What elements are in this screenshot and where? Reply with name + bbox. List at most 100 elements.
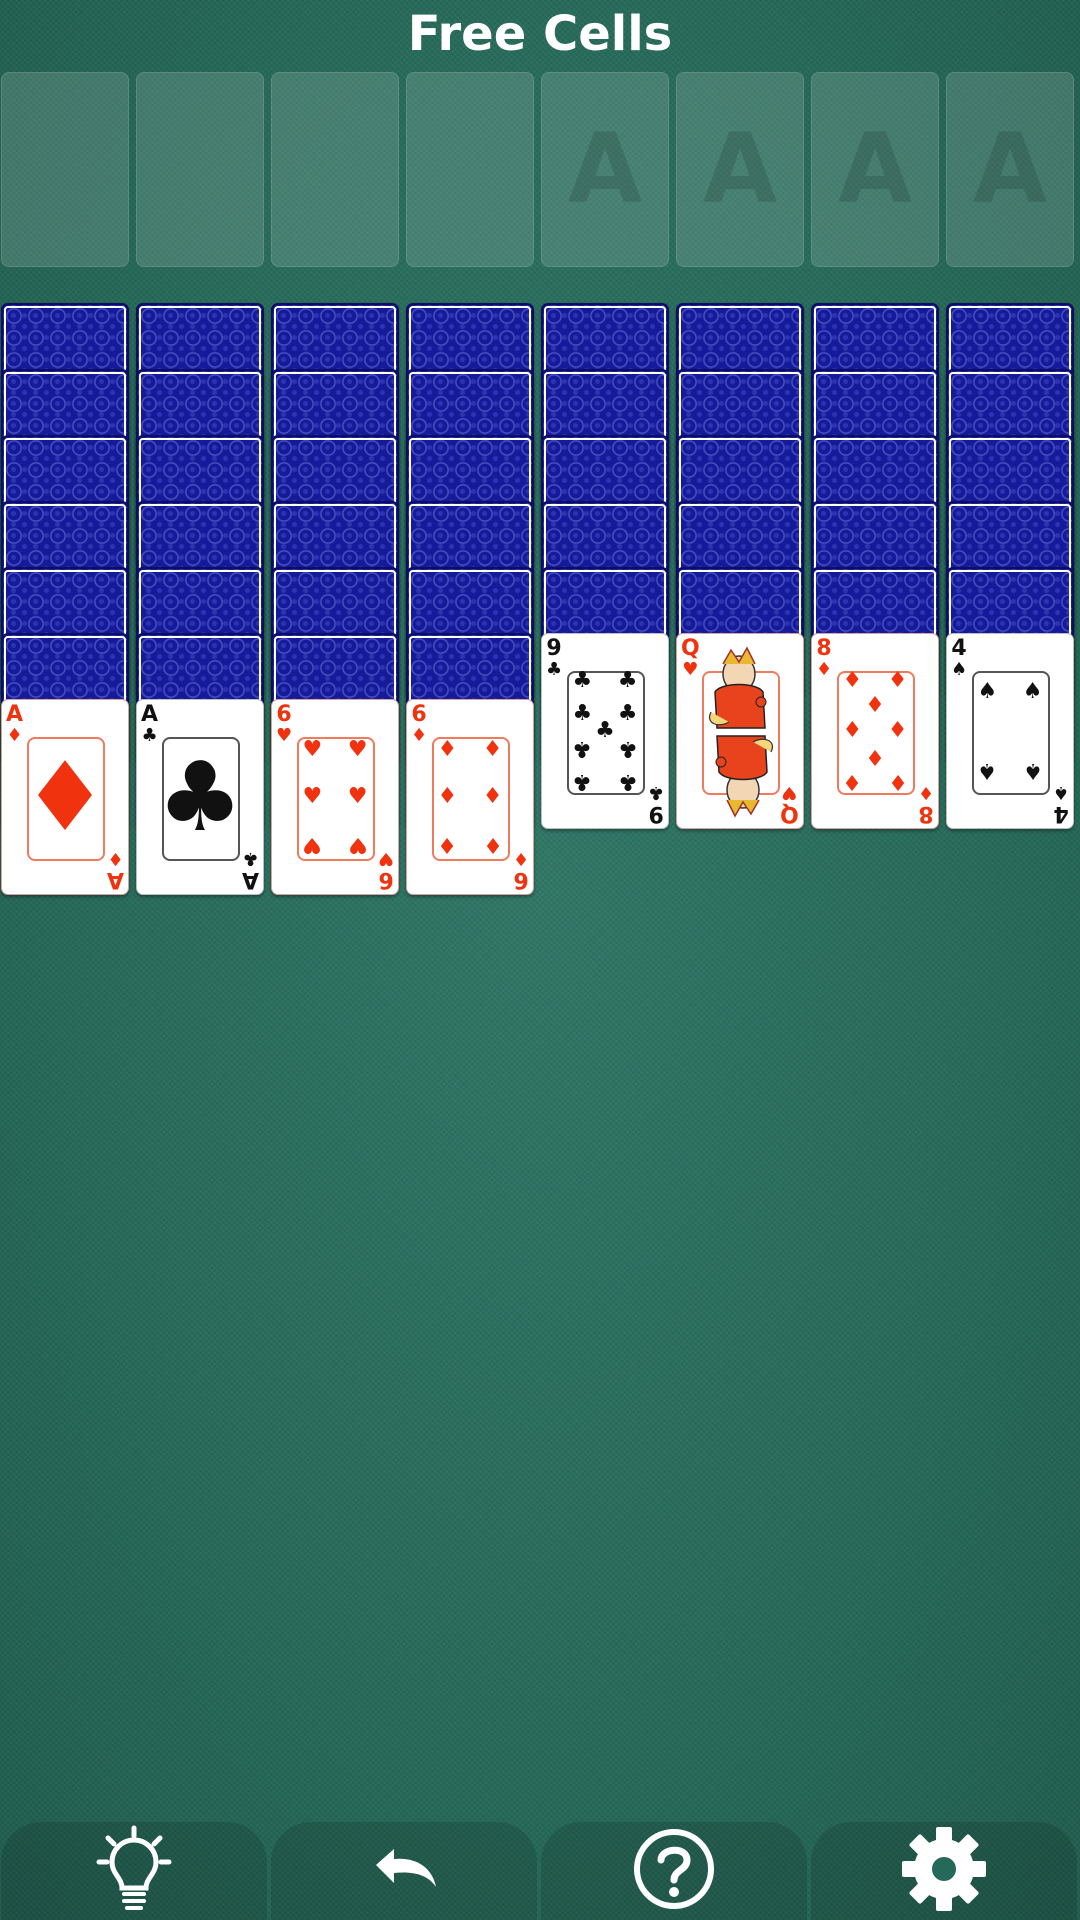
card-corner-index: 8 ♦ — [917, 782, 934, 826]
spades-icon: ♠ — [951, 659, 968, 680]
card-corner-index: 9 ♣ — [546, 638, 562, 679]
free-cell-1[interactable] — [1, 72, 129, 267]
card-a-of-clubs[interactable]: A ♣ A ♣ ♣ — [136, 699, 264, 895]
card-9-of-clubs[interactable]: 9 ♣ 9 ♣ ♣ ♣ ♣ ♣ ♣ ♣ ♣ ♣ ♣ — [541, 633, 669, 829]
free-cell-3[interactable] — [271, 72, 399, 267]
diamonds-icon: ♦ — [437, 831, 458, 857]
spades-icon: ♠ — [1022, 679, 1043, 705]
lightbulb-icon — [94, 1824, 174, 1918]
card-corner-index: 8 ♦ — [816, 638, 832, 679]
spades-icon: ♠ — [977, 679, 998, 705]
card-rank: A — [241, 867, 259, 892]
diamonds-icon: ♦ — [512, 848, 529, 869]
diamonds-icon: ♦ — [887, 667, 908, 693]
diamonds-icon: ♦ — [842, 769, 863, 795]
hearts-icon: ♥ — [347, 784, 368, 809]
hearts-icon: ♥ — [302, 737, 323, 763]
clubs-icon: ♣ — [156, 741, 244, 853]
clubs-icon: ♣ — [617, 700, 638, 726]
diamonds-icon: ♦ — [437, 784, 458, 809]
card-corner-index: 6 ♥ — [276, 704, 292, 745]
hearts-icon: ♥ — [347, 737, 368, 763]
diamonds-icon: ♦ — [107, 848, 124, 869]
card-8-of-diamonds[interactable]: 8 ♦ 8 ♦ ♦ ♦ ♦ ♦ ♦ ♦ ♦ ♦ — [811, 633, 939, 829]
diamonds-icon: ♦ — [887, 718, 908, 743]
diamonds-icon: ♦ — [482, 737, 503, 763]
undo-button[interactable] — [271, 1822, 537, 1920]
hearts-icon: ♥ — [276, 725, 293, 746]
card-6-of-diamonds[interactable]: 6 ♦ 6 ♦ ♦ ♦ ♦ ♦ ♦ ♦ — [406, 699, 534, 895]
free-cell-2[interactable] — [136, 72, 264, 267]
clubs-icon: ♣ — [572, 769, 593, 795]
card-corner-index: 6 ♥ — [377, 848, 394, 892]
diamonds-icon: ♦ — [482, 784, 503, 809]
clubs-icon: ♣ — [617, 769, 638, 795]
help-icon — [631, 1826, 717, 1916]
spades-icon: ♠ — [977, 757, 998, 783]
card-6-of-hearts[interactable]: 6 ♥ 6 ♥ ♥ ♥ ♥ ♥ ♥ ♥ — [271, 699, 399, 895]
foundation-1[interactable]: A — [541, 72, 669, 267]
card-rank: 6 — [513, 867, 529, 892]
clubs-icon: ♣ — [617, 736, 638, 762]
card-corner-index: A ♣ — [241, 848, 259, 892]
queen-portrait — [709, 646, 774, 817]
diamonds-icon: ♦ — [816, 659, 833, 680]
clubs-icon: ♣ — [647, 782, 664, 803]
card-rank: 4 — [1053, 801, 1069, 826]
diamonds-icon: ♦ — [865, 692, 885, 718]
card-rank: 6 — [411, 702, 427, 727]
card-corner-index: A ♦ — [6, 704, 23, 745]
diamonds-icon: ♦ — [842, 718, 863, 743]
diamonds-icon: ♦ — [411, 725, 428, 746]
card-corner-index: 4 ♠ — [951, 638, 967, 679]
help-button[interactable] — [541, 1822, 807, 1920]
card-rank: 8 — [816, 636, 832, 661]
card-corner-index: 9 ♣ — [647, 782, 664, 826]
clubs-icon: ♣ — [141, 725, 158, 746]
card-a-of-diamonds[interactable]: A ♦ A ♦ ♦ — [1, 699, 129, 895]
foundation-placeholder: A — [702, 113, 778, 225]
hearts-icon: ♥ — [302, 784, 323, 809]
clubs-icon: ♣ — [617, 667, 638, 693]
diamonds-icon: ♦ — [482, 831, 503, 857]
clubs-icon: ♣ — [572, 700, 593, 726]
clubs-icon: ♣ — [242, 848, 259, 869]
hearts-icon: ♥ — [302, 831, 323, 857]
clubs-icon: ♣ — [572, 736, 593, 762]
card-q-of-hearts[interactable]: Q ♥ Q ♥ — [676, 633, 804, 829]
clubs-icon: ♣ — [572, 667, 593, 693]
hearts-icon: ♥ — [377, 848, 394, 869]
card-rank: A — [141, 702, 159, 727]
diamonds-icon: ♦ — [887, 769, 908, 795]
card-4-of-spades[interactable]: 4 ♠ 4 ♠ ♠ ♠ ♠ ♠ — [946, 633, 1074, 829]
card-rank: A — [6, 702, 24, 727]
free-cell-4[interactable] — [406, 72, 534, 267]
card-rank: A — [106, 867, 124, 892]
bottom-toolbar — [0, 1822, 1080, 1920]
clubs-icon: ♣ — [546, 659, 563, 680]
foundation-4[interactable]: A — [946, 72, 1074, 267]
foundation-3[interactable]: A — [811, 72, 939, 267]
settings-button[interactable] — [811, 1822, 1077, 1920]
card-corner-index: A ♣ — [141, 704, 158, 745]
undo-icon — [364, 1839, 444, 1903]
gear-icon — [901, 1826, 987, 1916]
game-title: Free Cells — [407, 6, 673, 62]
diamonds-icon: ♦ — [917, 782, 934, 803]
hint-button[interactable] — [1, 1822, 267, 1920]
card-rank: 4 — [951, 636, 967, 661]
card-rank: 9 — [648, 801, 664, 826]
card-corner-index: 6 ♦ — [411, 704, 427, 745]
spades-icon: ♠ — [1022, 757, 1043, 783]
card-rank: 9 — [546, 636, 562, 661]
card-corner-index: 4 ♠ — [1052, 782, 1069, 826]
card-corner-index: 6 ♦ — [512, 848, 529, 892]
foundation-2[interactable]: A — [676, 72, 804, 267]
card-rank: 6 — [378, 867, 394, 892]
diamonds-icon: ♦ — [6, 725, 23, 746]
diamonds-icon: ♦ — [865, 744, 885, 770]
spades-icon: ♠ — [1052, 782, 1069, 803]
foundation-placeholder: A — [972, 113, 1048, 225]
diamonds-icon: ♦ — [437, 737, 458, 763]
clubs-icon: ♣ — [595, 718, 615, 743]
